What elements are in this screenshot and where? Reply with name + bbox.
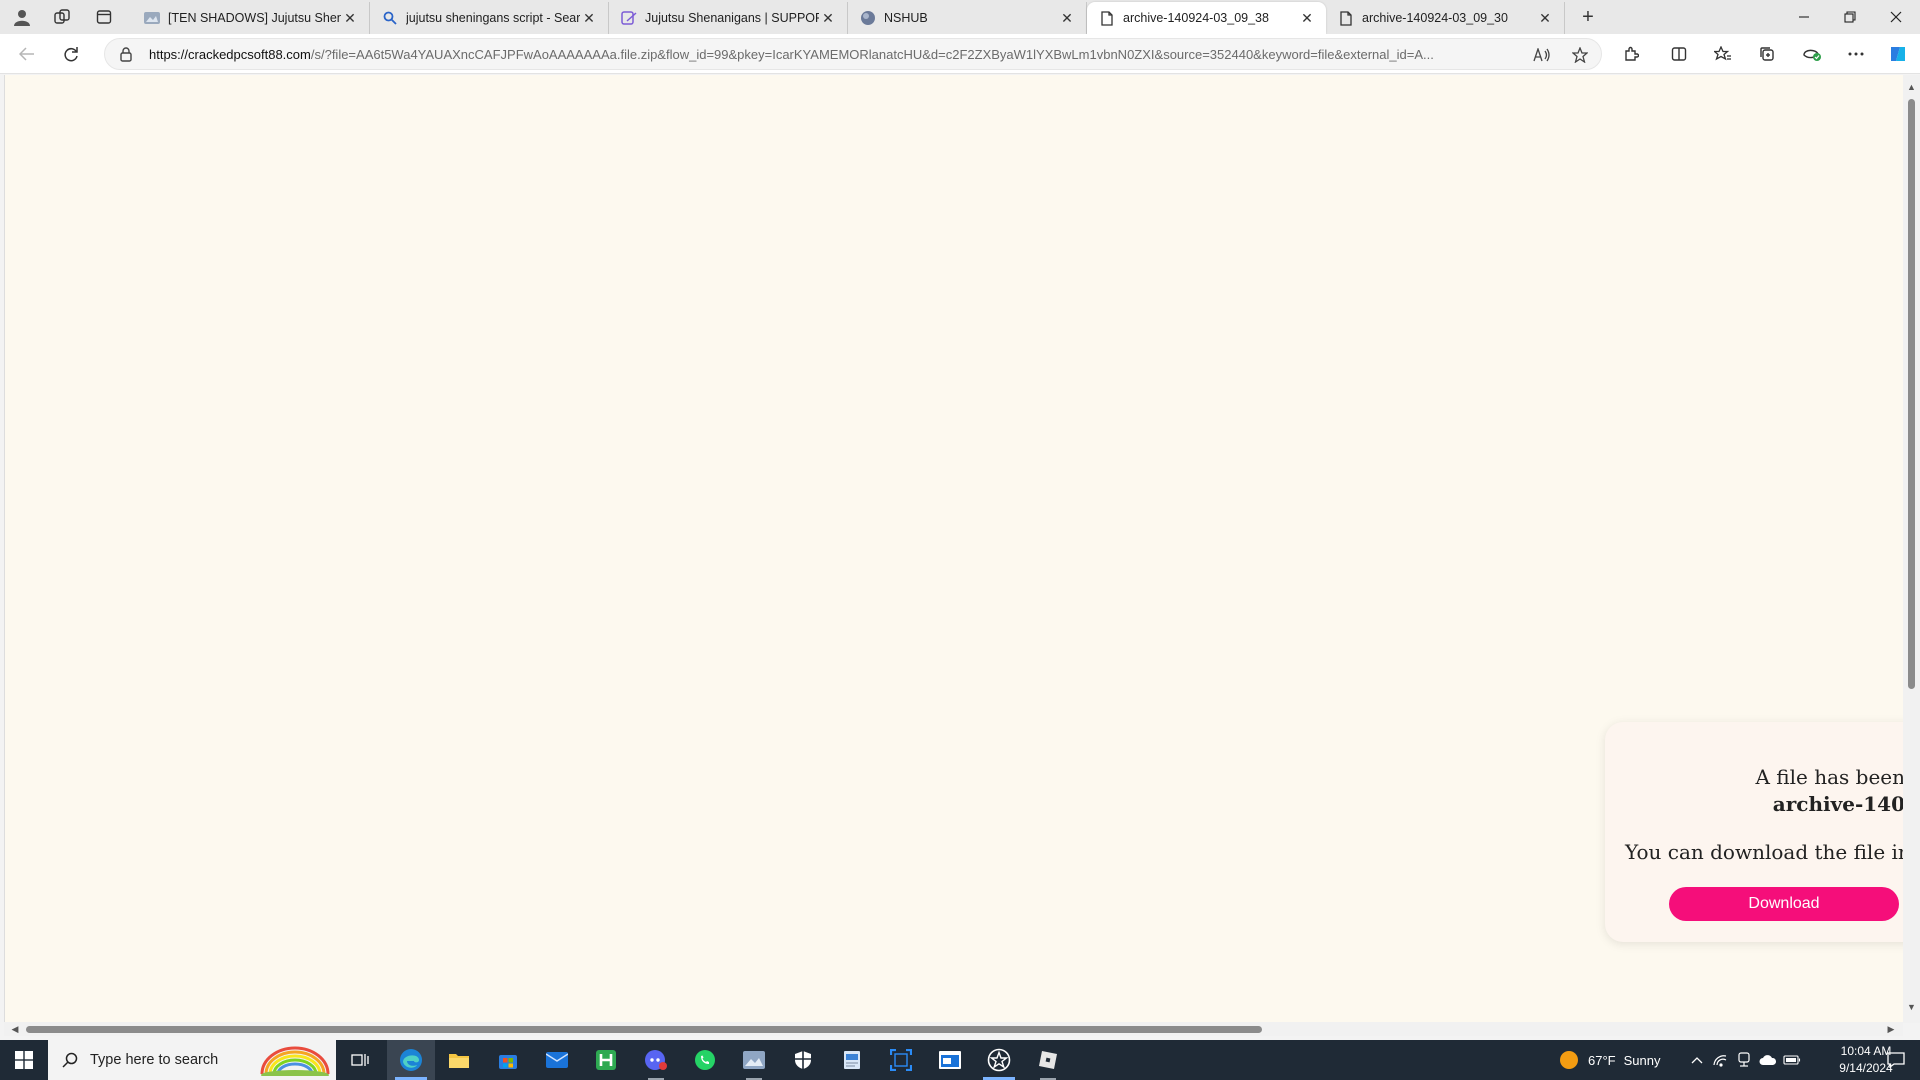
tab-title: jujutsu sheningans script - Search bbox=[406, 11, 580, 25]
tab-title: [TEN SHADOWS] Jujutsu Shenanigans bbox=[168, 11, 341, 25]
refresh-button[interactable] bbox=[56, 40, 86, 68]
browser-essentials-icon[interactable] bbox=[1797, 40, 1827, 68]
close-tab-icon[interactable]: ✕ bbox=[819, 9, 837, 27]
search-placeholder: Type here to search bbox=[90, 1052, 219, 1068]
scroll-left-arrow-icon[interactable]: ◀ bbox=[10, 1024, 20, 1034]
back-button[interactable] bbox=[12, 40, 42, 68]
url-host: https://crackedpcsoft88.com bbox=[149, 47, 311, 62]
split-screen-icon[interactable] bbox=[1664, 40, 1694, 68]
collections-icon[interactable] bbox=[1752, 40, 1782, 68]
tab-ten-shadows[interactable]: [TEN SHADOWS] Jujutsu Shenanigans ✕ bbox=[132, 2, 370, 34]
show-hidden-icons-icon[interactable] bbox=[1686, 1056, 1708, 1064]
minimize-button[interactable] bbox=[1781, 0, 1827, 34]
document-icon bbox=[1338, 10, 1354, 26]
battery-icon[interactable] bbox=[1780, 1055, 1804, 1065]
profile-icon[interactable] bbox=[8, 5, 36, 29]
close-tab-icon[interactable]: ✕ bbox=[1298, 9, 1316, 27]
read-aloud-icon[interactable] bbox=[1529, 43, 1555, 67]
weather-temp: 67°F bbox=[1588, 1052, 1616, 1068]
snip-tool-icon[interactable] bbox=[877, 1040, 925, 1080]
lock-icon[interactable] bbox=[117, 45, 135, 63]
tab-strip: [TEN SHADOWS] Jujutsu Shenanigans ✕ juju… bbox=[0, 0, 1920, 34]
meet-now-icon[interactable] bbox=[1732, 1052, 1756, 1068]
weather-widget[interactable]: 67°F Sunny bbox=[1560, 1040, 1660, 1080]
task-view-icon[interactable] bbox=[336, 1040, 384, 1080]
download-notice-card: A file has been archive-140 You can down… bbox=[1605, 722, 1904, 942]
window-app-icon[interactable] bbox=[926, 1040, 974, 1080]
notice-heading: A file has been bbox=[1755, 765, 1904, 789]
start-button[interactable] bbox=[0, 1040, 48, 1080]
network-icon[interactable] bbox=[1708, 1053, 1732, 1067]
url-path: /s/?file=AA6t5Wa4YAUAXncCAFJPFwAoAAAAAAA… bbox=[310, 47, 1434, 62]
tab-title: archive-140924-03_09_30 bbox=[1362, 11, 1508, 25]
favorites-icon[interactable] bbox=[1708, 40, 1738, 68]
tab-archive-30[interactable]: archive-140924-03_09_30 ✕ bbox=[1326, 2, 1565, 34]
workspaces-icon[interactable] bbox=[48, 5, 76, 29]
windows-taskbar: Type here to search 67°F Sunny 10:04 AM … bbox=[0, 1040, 1920, 1080]
whatsapp-icon[interactable] bbox=[681, 1040, 729, 1080]
roblox-icon[interactable] bbox=[1024, 1040, 1072, 1080]
notice-filename: archive-140 bbox=[1772, 792, 1904, 816]
close-tab-icon[interactable]: ✕ bbox=[1058, 9, 1076, 27]
document-app-icon[interactable] bbox=[828, 1040, 876, 1080]
tab-title: archive-140924-03_09_38 bbox=[1123, 11, 1269, 25]
edit-pen-icon bbox=[621, 10, 637, 26]
store-icon[interactable] bbox=[484, 1040, 532, 1080]
star-app-icon[interactable] bbox=[975, 1040, 1023, 1080]
mail-icon[interactable] bbox=[533, 1040, 581, 1080]
file-explorer-icon[interactable] bbox=[435, 1040, 483, 1080]
tab-nshub[interactable]: NSHUB ✕ bbox=[848, 2, 1087, 34]
new-tab-button[interactable]: + bbox=[1574, 4, 1602, 30]
tab-supported[interactable]: Jujutsu Shenanigans | SUPPORTED ✕ bbox=[609, 2, 848, 34]
close-tab-icon[interactable]: ✕ bbox=[341, 9, 359, 27]
weather-desc: Sunny bbox=[1623, 1052, 1661, 1068]
edge-icon[interactable] bbox=[387, 1040, 435, 1080]
globe-icon bbox=[860, 10, 876, 26]
photo-app-icon[interactable] bbox=[730, 1040, 778, 1080]
tab-actions-icon[interactable] bbox=[90, 5, 118, 29]
onedrive-icon[interactable] bbox=[1756, 1054, 1780, 1066]
browser-toolbar: https://crackedpcsoft88.com/s/?file=AA6t… bbox=[0, 34, 1920, 74]
url-text[interactable]: https://crackedpcsoft88.com/s/?file=AA6t… bbox=[149, 47, 1521, 62]
horizontal-scrollbar[interactable]: ◀ ▶ bbox=[4, 1022, 1903, 1036]
close-tab-icon[interactable]: ✕ bbox=[1536, 9, 1554, 27]
notifications-icon[interactable] bbox=[1872, 1040, 1920, 1080]
close-window-button[interactable] bbox=[1873, 0, 1919, 34]
tab-search[interactable]: jujutsu sheningans script - Search ✕ bbox=[370, 2, 609, 34]
weather-sun-icon bbox=[1560, 1051, 1578, 1069]
favorite-star-icon[interactable] bbox=[1567, 43, 1593, 67]
page-thumbnail-icon bbox=[144, 10, 160, 26]
download-button[interactable]: Download bbox=[1669, 887, 1899, 921]
vertical-scrollbar[interactable]: ▲ ▼ bbox=[1903, 75, 1920, 1023]
scroll-down-arrow-icon[interactable]: ▼ bbox=[1907, 1003, 1916, 1012]
discord-icon[interactable] bbox=[632, 1040, 680, 1080]
vertical-scroll-thumb[interactable] bbox=[1908, 99, 1915, 689]
system-tray bbox=[1686, 1040, 1804, 1080]
tab-archive-38[interactable]: archive-140924-03_09_38 ✕ bbox=[1087, 2, 1326, 34]
more-options-icon[interactable] bbox=[1841, 40, 1871, 68]
search-icon bbox=[382, 10, 398, 26]
notice-instructions: You can download the file in t bbox=[1625, 840, 1904, 864]
page-content: A file has been archive-140 You can down… bbox=[4, 75, 1904, 1023]
scroll-right-arrow-icon[interactable]: ▶ bbox=[1886, 1024, 1896, 1034]
tab-title: NSHUB bbox=[884, 11, 928, 25]
horizontal-scroll-thumb[interactable] bbox=[26, 1026, 1262, 1033]
address-bar[interactable]: https://crackedpcsoft88.com/s/?file=AA6t… bbox=[104, 38, 1602, 70]
extensions-icon[interactable] bbox=[1616, 40, 1646, 68]
search-highlight-rainbow-icon bbox=[260, 1046, 330, 1076]
h-app-icon[interactable] bbox=[582, 1040, 630, 1080]
copilot-icon[interactable] bbox=[1883, 40, 1913, 68]
taskbar-search-box[interactable]: Type here to search bbox=[48, 1040, 336, 1080]
restore-button[interactable] bbox=[1827, 0, 1873, 34]
tab-title: Jujutsu Shenanigans | SUPPORTED bbox=[645, 11, 819, 25]
document-icon bbox=[1099, 10, 1115, 26]
security-shield-icon[interactable] bbox=[779, 1040, 827, 1080]
close-tab-icon[interactable]: ✕ bbox=[580, 9, 598, 27]
scroll-up-arrow-icon[interactable]: ▲ bbox=[1907, 83, 1916, 92]
search-icon bbox=[60, 1050, 80, 1070]
